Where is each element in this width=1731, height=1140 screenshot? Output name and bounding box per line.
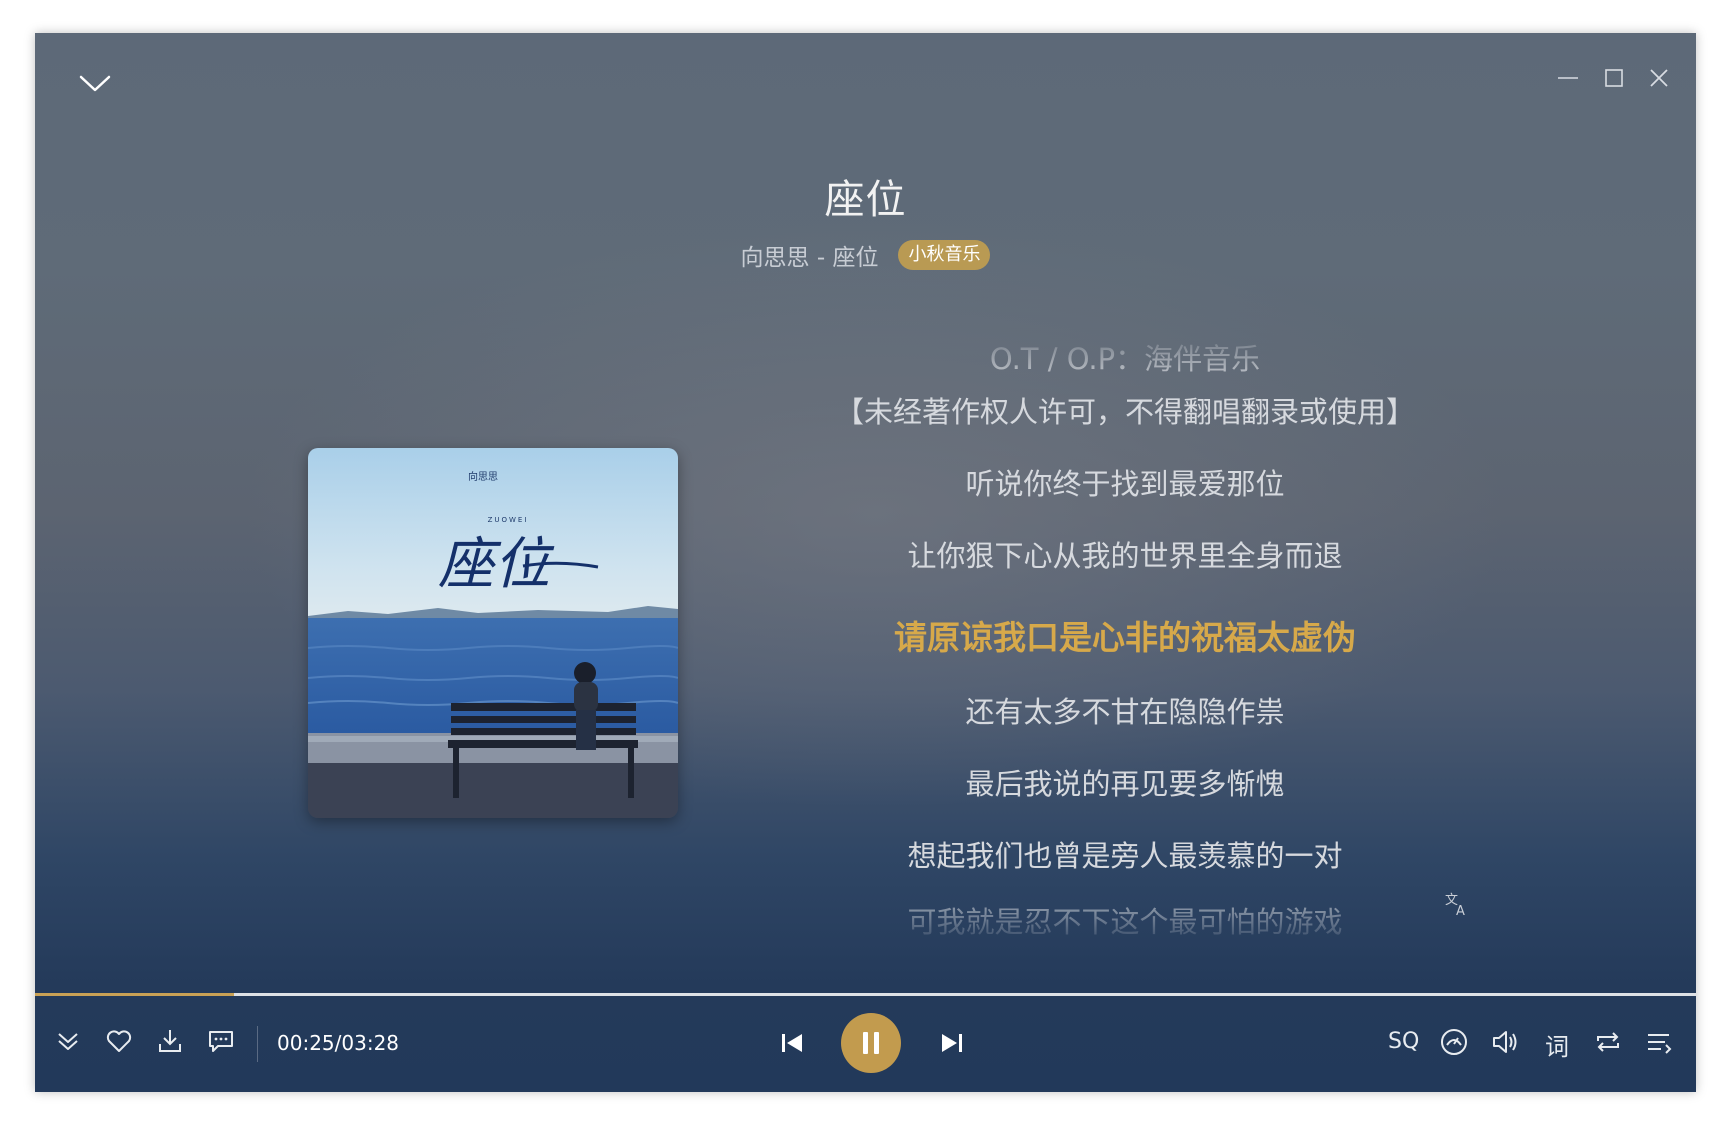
lyric-line[interactable]: 【未经著作权人许可，不得翻唱翻录或使用】 — [775, 389, 1475, 431]
close-button[interactable] — [1644, 63, 1674, 93]
lyric-line[interactable]: 让你狠下心从我的世界里全身而退 — [775, 533, 1475, 575]
song-artist-album[interactable]: 向思思 - 座位 — [741, 238, 879, 272]
repeat-button[interactable] — [1592, 1026, 1624, 1062]
sound-quality-button[interactable]: SQ — [1388, 1029, 1419, 1054]
cover-pinyin-text: ZUOWEI — [488, 516, 529, 524]
heart-icon — [106, 1030, 132, 1052]
double-chevron-down-icon — [58, 1033, 78, 1050]
comment-button[interactable] — [206, 1026, 236, 1060]
download-icon — [159, 1030, 181, 1052]
lyric-line-active[interactable]: 请原谅我口是心非的祝福太虚伪 — [775, 611, 1475, 659]
lyric-line[interactable]: 可我就是忍不下这个最可怕的游戏 — [775, 899, 1475, 941]
lyric-line[interactable]: 最后我说的再见要多惭愧 — [775, 761, 1475, 803]
more-button[interactable] — [53, 1026, 83, 1060]
maximize-icon — [1605, 69, 1623, 87]
pause-button[interactable] — [841, 1013, 901, 1073]
quality-badge[interactable]: 小秋音乐 — [898, 240, 991, 270]
like-button[interactable] — [104, 1026, 134, 1060]
minimize-icon — [1558, 77, 1578, 79]
previous-button[interactable] — [775, 1026, 809, 1064]
comment-icon — [209, 1031, 233, 1052]
playback-time: 00:25/03:28 — [277, 1031, 400, 1055]
close-icon — [1650, 69, 1668, 87]
maximize-button[interactable] — [1599, 63, 1629, 93]
translate-icon: 文 A — [1445, 893, 1465, 919]
playlist-icon — [1648, 1034, 1672, 1054]
album-cover[interactable]: 向思思 ZUOWEI 座位 — [308, 448, 678, 818]
chevron-down-icon — [79, 75, 111, 92]
player-window: 座位 向思思 - 座位 小秋音乐 向思思 ZUOWEI 座位 O.T / O.P… — [35, 33, 1696, 1092]
sound-effect-button[interactable] — [1438, 1026, 1470, 1062]
lyric-line[interactable]: 还有太多不甘在隐隐作祟 — [775, 689, 1475, 731]
svg-text:A: A — [1456, 904, 1465, 917]
playlist-button[interactable] — [1643, 1026, 1675, 1062]
translate-button[interactable]: 文 A — [1443, 889, 1471, 919]
album-cover-art: 向思思 ZUOWEI 座位 — [308, 448, 678, 818]
control-bar: 00:25/03:28 SQ 词 — [35, 996, 1696, 1092]
minimize-button[interactable] — [1553, 63, 1583, 93]
volume-button[interactable] — [1489, 1026, 1521, 1062]
lyrics-panel[interactable]: O.T / O.P：海伴音乐 【未经著作权人许可，不得翻唱翻录或使用】 听说你终… — [775, 328, 1475, 948]
pause-icon — [863, 1032, 879, 1054]
song-subline: 向思思 - 座位 小秋音乐 — [35, 238, 1696, 272]
previous-icon — [782, 1034, 802, 1052]
song-title: 座位 — [824, 177, 907, 223]
lyric-line[interactable]: 想起我们也曾是旁人最羡慕的一对 — [775, 833, 1475, 875]
next-button[interactable] — [935, 1026, 969, 1064]
download-button[interactable] — [155, 1026, 185, 1060]
sound-effect-icon — [1441, 1029, 1467, 1055]
lyric-line[interactable]: 听说你终于找到最爱那位 — [775, 461, 1475, 503]
lyrics-toggle-button[interactable]: 词 — [1545, 1027, 1569, 1062]
repeat-icon — [1597, 1032, 1619, 1052]
cover-artist-text: 向思思 — [468, 470, 498, 483]
collapse-button[interactable] — [75, 63, 115, 103]
next-icon — [942, 1034, 962, 1052]
volume-icon — [1493, 1031, 1517, 1053]
control-divider — [257, 1026, 258, 1062]
lyric-line[interactable]: O.T / O.P：海伴音乐 — [775, 336, 1475, 378]
